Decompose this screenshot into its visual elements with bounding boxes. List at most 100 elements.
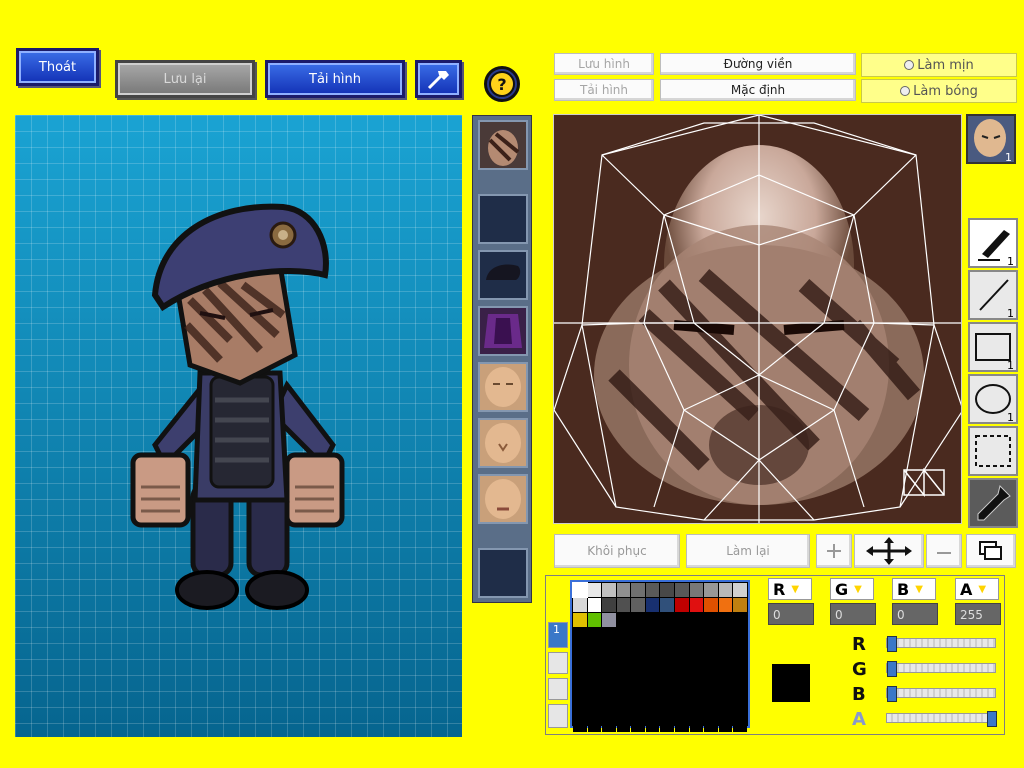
palette-swatch[interactable] [631,583,645,597]
palette-swatch[interactable] [675,658,689,672]
palette-swatch[interactable] [631,658,645,672]
palette-swatch[interactable] [718,643,733,657]
palette-swatch[interactable] [689,673,704,687]
palette-swatch[interactable] [587,613,602,627]
part-slot-face-1[interactable] [478,362,528,412]
part-slot-hat[interactable] [478,250,528,300]
channel-r-dropdown[interactable]: R ▼ [768,578,812,600]
smooth-option[interactable]: Làm mịn [861,53,1017,77]
part-slot-face-2[interactable] [478,418,528,468]
palette-swatch[interactable] [645,673,660,687]
reload-button[interactable]: Tải hình [265,60,405,98]
palette-swatch[interactable] [573,718,587,732]
b-slider-knob[interactable] [887,686,897,702]
palette-swatch[interactable] [689,643,704,657]
g-slider-knob[interactable] [887,661,897,677]
palette-swatch[interactable] [675,703,689,717]
palette-swatch[interactable] [573,613,587,627]
palette-swatch[interactable] [675,598,689,612]
palette-swatch[interactable] [587,583,602,597]
palette-swatch[interactable] [704,718,718,732]
palette-swatch[interactable] [675,628,689,642]
restore-button[interactable]: Khôi phục [554,534,680,568]
r-slider[interactable] [886,636,996,652]
palette-swatch[interactable] [645,613,660,627]
palette-swatch[interactable] [675,613,689,627]
palette-swatch[interactable] [660,628,675,642]
g-value-field[interactable]: 0 [830,603,876,625]
palette-swatch[interactable] [704,643,718,657]
palette-swatch[interactable] [645,718,660,732]
palette-swatch[interactable] [704,658,718,672]
rect-tool[interactable]: 1 [968,322,1018,372]
palette-swatch[interactable] [733,703,747,717]
palette-swatch[interactable] [587,658,602,672]
palette-swatch[interactable] [718,673,733,687]
default-button[interactable]: Mặc định [660,79,856,101]
redo-button[interactable]: Làm lại [686,534,810,568]
color-palette[interactable] [570,580,750,732]
palette-swatch[interactable] [602,718,616,732]
palette-swatch[interactable] [645,598,660,612]
palette-swatch[interactable] [602,688,616,702]
palette-swatch[interactable] [660,658,675,672]
palette-swatch[interactable] [602,613,616,627]
palette-swatch[interactable] [631,718,645,732]
palette-swatch[interactable] [718,628,733,642]
palette-swatch[interactable] [573,688,587,702]
palette-swatch[interactable] [704,583,718,597]
palette-swatch[interactable] [733,688,747,702]
palette-swatch[interactable] [660,613,675,627]
palette-swatch[interactable] [616,703,631,717]
palette-swatch[interactable] [718,583,733,597]
palette-swatch[interactable] [572,582,588,598]
palette-swatch[interactable] [675,583,689,597]
palette-swatch[interactable] [718,613,733,627]
palette-swatch[interactable] [602,583,616,597]
palette-swatch[interactable] [733,718,747,732]
palette-swatch[interactable] [616,628,631,642]
part-slot-empty-2[interactable] [478,548,528,598]
move-button[interactable] [854,534,924,568]
character-preview[interactable] [15,115,462,737]
palette-swatch[interactable] [718,703,733,717]
palette-swatch[interactable] [616,673,631,687]
line-tool[interactable]: 1 [968,270,1018,320]
part-slot-face-3[interactable] [478,474,528,524]
palette-swatch[interactable] [718,658,733,672]
face-texture-canvas[interactable] [553,114,962,524]
palette-swatch[interactable] [602,673,616,687]
palette-tab-4[interactable] [548,704,568,728]
palette-swatch[interactable] [616,718,631,732]
palette-swatch[interactable] [689,718,704,732]
palette-swatch[interactable] [704,598,718,612]
pen-tool[interactable]: 1 [968,218,1018,268]
palette-swatch[interactable] [631,703,645,717]
g-slider[interactable] [886,661,996,677]
palette-swatch[interactable] [660,673,675,687]
palette-swatch[interactable] [704,628,718,642]
reload-image-button[interactable]: Tải hình [554,79,654,101]
palette-tab-1[interactable]: 1 [548,622,568,648]
palette-swatch[interactable] [573,628,587,642]
zoom-in-button[interactable] [816,534,852,568]
face-thumbnail[interactable]: 1 [966,114,1016,164]
palette-swatch[interactable] [689,613,704,627]
palette-swatch[interactable] [704,613,718,627]
a-slider[interactable] [886,711,997,727]
palette-swatch[interactable] [602,658,616,672]
palette-swatch[interactable] [616,643,631,657]
palette-swatch[interactable] [631,628,645,642]
palette-swatch[interactable] [645,688,660,702]
palette-swatch[interactable] [631,673,645,687]
save-image-button[interactable]: Lưu hình [554,53,654,75]
palette-swatch[interactable] [645,703,660,717]
palette-swatch[interactable] [733,613,747,627]
channel-b-dropdown[interactable]: B ▼ [892,578,936,600]
palette-swatch[interactable] [602,628,616,642]
part-slot-face[interactable] [478,120,528,170]
zoom-out-button[interactable] [926,534,962,568]
palette-swatch[interactable] [660,703,675,717]
channel-g-dropdown[interactable]: G ▼ [830,578,874,600]
save-button[interactable]: Lưu lại [115,60,255,98]
